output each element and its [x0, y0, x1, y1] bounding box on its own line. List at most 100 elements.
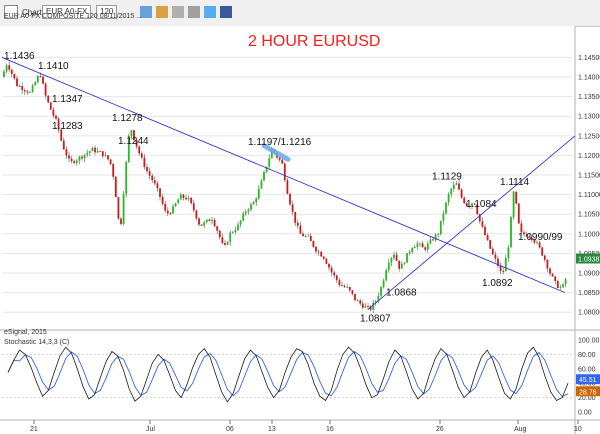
time-tick-label: Jul [146, 426, 155, 433]
candle-body [413, 246, 416, 249]
candle-body [146, 167, 148, 172]
annotation-label: 1.0868 [386, 288, 417, 299]
candle-body [458, 183, 460, 190]
candle-body [104, 155, 107, 157]
candle-body [221, 237, 224, 243]
candle-body [257, 188, 260, 199]
candle-body [237, 224, 239, 231]
candle-body [416, 243, 419, 247]
candle-body [198, 218, 200, 225]
candle-body [343, 285, 346, 288]
candle-body [390, 257, 393, 263]
candle-body [382, 280, 385, 287]
time-tick-label: 10 [574, 426, 582, 433]
plot-background [0, 26, 575, 434]
candle-body [421, 243, 424, 248]
candle-body [99, 150, 102, 152]
oscillator-header: Stochastic 14,3,3 (C) [4, 339, 69, 346]
candle-body [200, 224, 203, 226]
candle-body [21, 86, 24, 91]
candle-body [242, 213, 245, 221]
candle-body [44, 83, 47, 96]
candle-body [546, 259, 549, 269]
candle-body [408, 252, 411, 254]
oscillator-axis: 100.0080.0060.0040.0020.000.0045.5128.76 [576, 338, 600, 417]
time-tick-label: Aug [514, 426, 527, 433]
annotation-label: 1.1283 [52, 121, 83, 132]
candle-body [166, 210, 169, 214]
annotation-label: 1.1129 [432, 171, 462, 182]
candle-body [281, 159, 284, 164]
candle-body [263, 171, 265, 181]
candle-body [302, 233, 304, 237]
candle-body [224, 242, 226, 245]
annotation-label: 1.1436 [4, 51, 35, 62]
candle-body [36, 76, 39, 83]
osc-tick-label: 100.00 [578, 338, 600, 345]
candle-body [291, 204, 294, 212]
candle-body [148, 171, 151, 176]
osc-tick-label: 80.00 [578, 352, 596, 359]
candle-body [499, 265, 502, 272]
candle-body [385, 270, 388, 281]
osc-d-label: 28.76 [579, 389, 597, 396]
candle-body [125, 161, 128, 194]
candle-body [70, 158, 73, 162]
candle-body [218, 230, 221, 238]
candle-body [317, 251, 320, 253]
candle-body [244, 211, 247, 214]
candle-body [138, 146, 141, 154]
candle-body [151, 175, 154, 181]
candle-body [179, 194, 182, 200]
candle-body [8, 65, 11, 70]
candle-body [356, 299, 359, 301]
candle-body [486, 235, 489, 240]
candle-body [187, 197, 190, 200]
candle-body [65, 149, 68, 156]
candle-body [143, 157, 146, 168]
candle-body [190, 197, 193, 204]
candle-body [403, 262, 406, 264]
candle-body [320, 251, 323, 257]
candle-body [52, 109, 55, 116]
candle-body [447, 194, 450, 203]
candle-body [211, 219, 213, 222]
candle-body [107, 155, 109, 160]
candle-body [325, 258, 328, 264]
candle-body [354, 293, 356, 300]
candle-body [322, 256, 325, 259]
candle-body [120, 218, 122, 224]
candle-body [338, 280, 341, 286]
candle-body [445, 202, 447, 214]
candle-body [278, 157, 281, 160]
candle-body [387, 262, 390, 271]
candle-body [348, 286, 351, 291]
price-axis: 1.14500 1.14000 1.13500 1.13000 1.12500 1.120… [576, 55, 600, 317]
time-tick-label: 06 [226, 426, 234, 433]
candle-body [484, 226, 486, 236]
candle-body [16, 78, 18, 87]
candle-body [364, 306, 367, 308]
price-tick-label: 1.14000 [578, 75, 600, 82]
candle-body [517, 203, 520, 224]
candle-body [234, 230, 237, 233]
price-tick-label: 1.11500 [578, 173, 600, 180]
candle-body [156, 183, 159, 189]
candle-body [437, 234, 440, 236]
candle-body [439, 220, 442, 235]
candle-body [419, 243, 421, 245]
candle-body [31, 85, 34, 92]
candle-body [481, 221, 484, 227]
candle-body [543, 255, 546, 260]
candle-body [549, 268, 551, 274]
candle-body [192, 203, 195, 211]
candle-body [122, 193, 125, 224]
candle-body [239, 220, 242, 225]
candle-body [250, 204, 252, 210]
candle-body [247, 209, 250, 212]
candle-body [452, 184, 455, 189]
candle-body [289, 193, 291, 205]
candle-body [81, 156, 83, 159]
candle-body [29, 91, 31, 93]
candle-body [442, 213, 445, 221]
